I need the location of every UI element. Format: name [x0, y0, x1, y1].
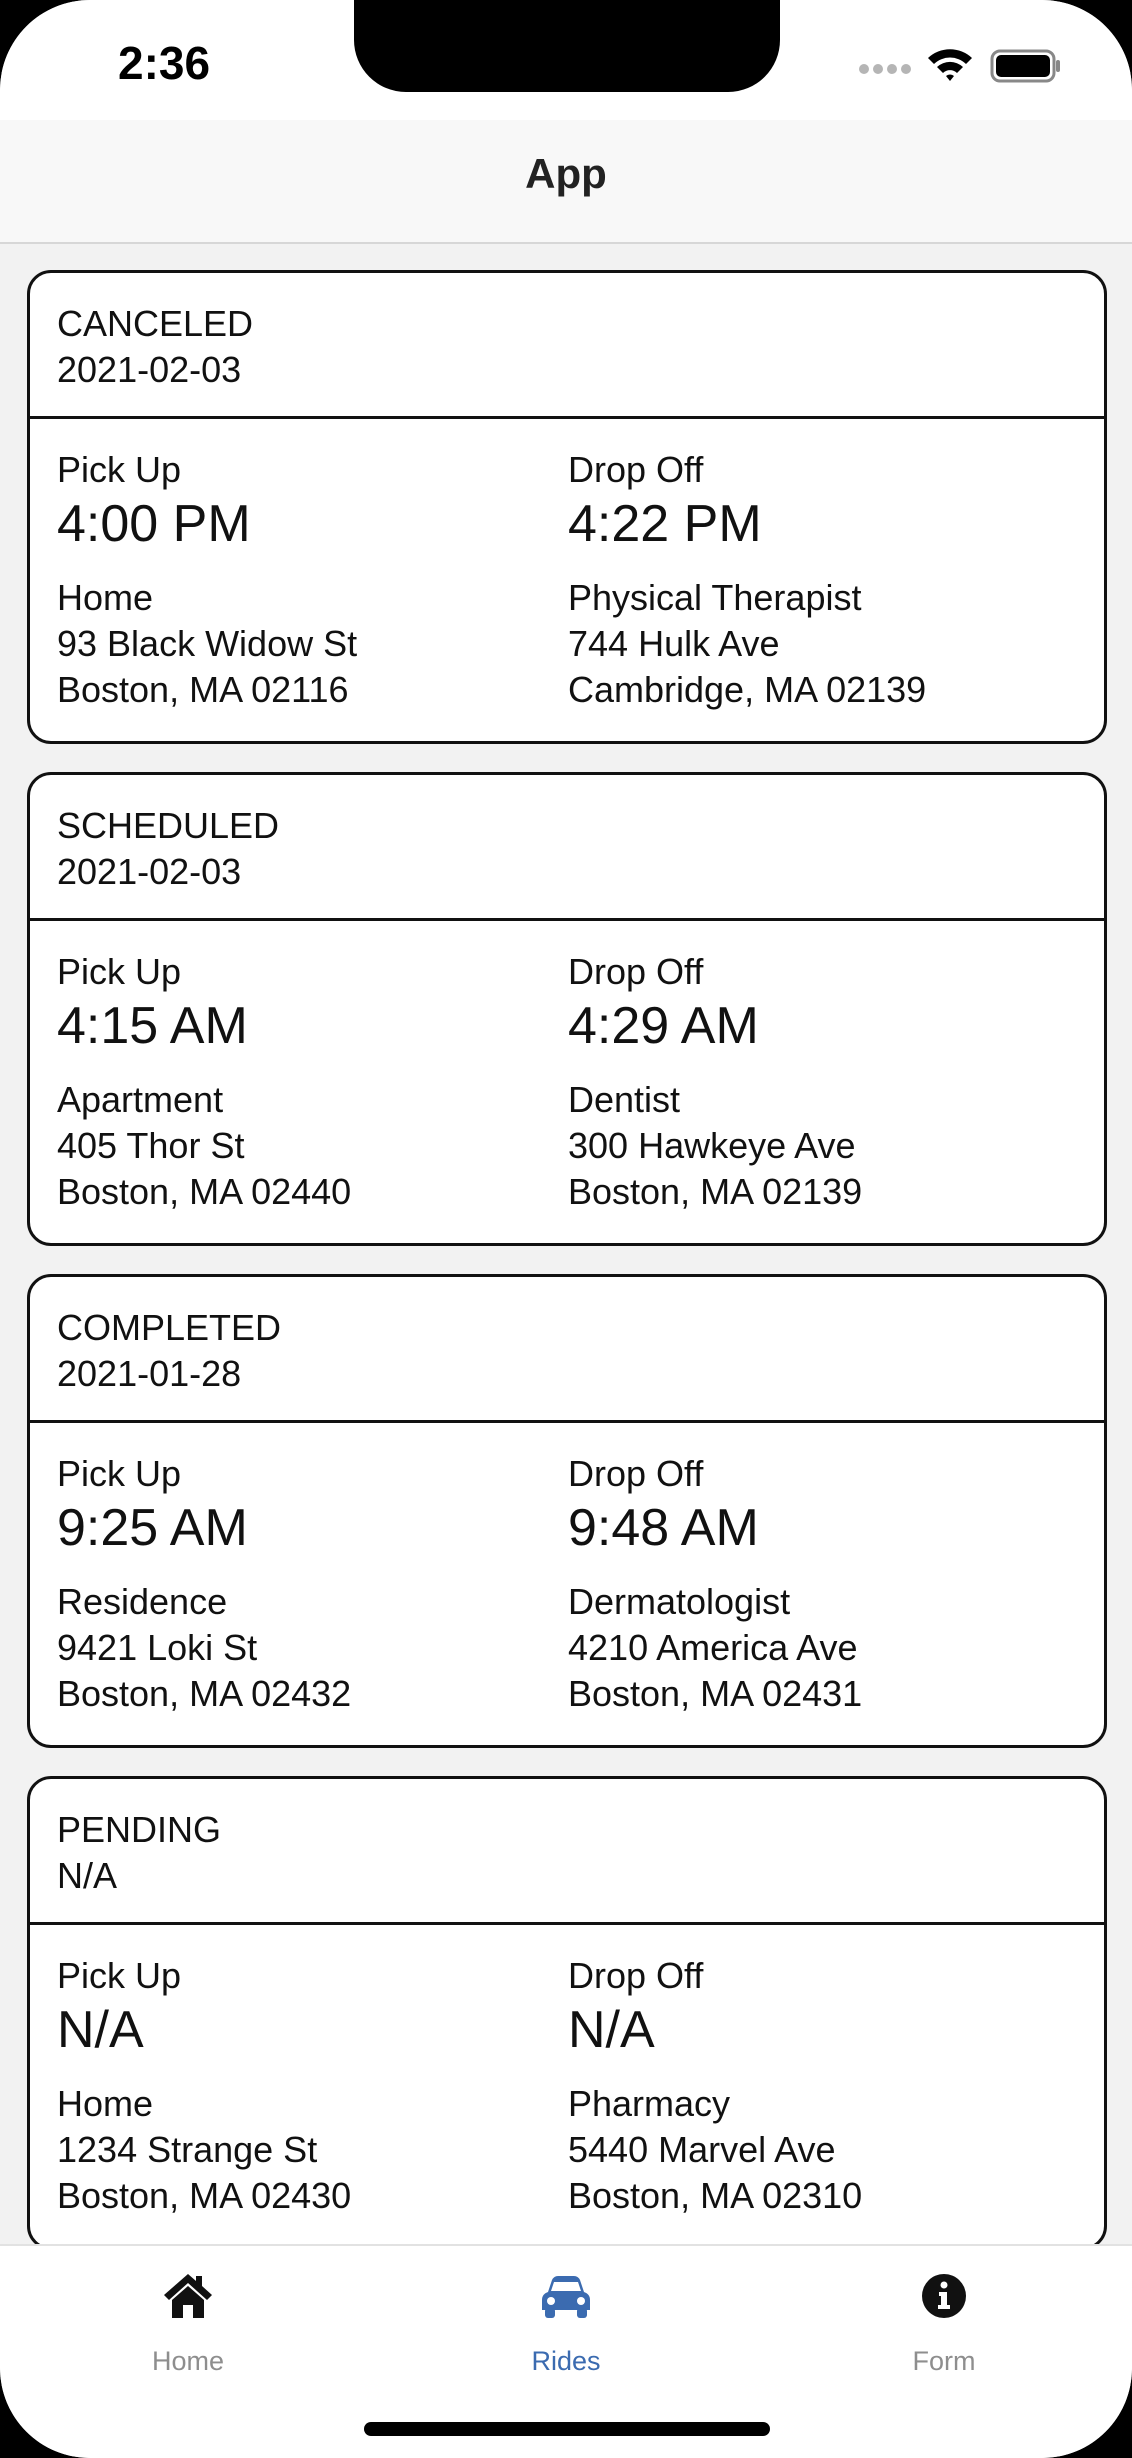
dropoff-label: Drop Off	[568, 951, 704, 992]
dropoff-city: Boston, MA 02310	[568, 2175, 863, 2216]
dropoff-time: 4:22 PM	[568, 495, 762, 553]
info-icon	[922, 2274, 966, 2318]
dropoff-city: Boston, MA 02431	[568, 1673, 863, 1714]
status-time: 2:36	[118, 37, 211, 89]
dropoff-street: 4210 America Ave	[568, 1627, 858, 1668]
dropoff-city: Boston, MA 02139	[568, 1171, 863, 1212]
ride-card[interactable]: SCHEDULED 2021-02-03 Pick Up 4:15 AM Apa…	[27, 772, 1107, 1246]
status-bar: 2:36	[0, 0, 1132, 120]
dropoff-label: Drop Off	[568, 1453, 704, 1494]
dropoff-time: 4:29 AM	[568, 997, 759, 1055]
tab-form-label: Form	[912, 2346, 976, 2376]
dropoff-place: Pharmacy	[568, 2083, 731, 2124]
pickup-street: 93 Black Widow St	[57, 623, 358, 664]
pickup-place: Home	[57, 577, 154, 618]
dropoff-place: Physical Therapist	[568, 577, 862, 618]
ride-status: SCHEDULED	[57, 805, 280, 846]
ride-card-body: Pick Up 4:15 AM Apartment 405 Thor St Bo…	[30, 921, 1104, 1243]
dropoff-street: 300 Hawkeye Ave	[568, 1125, 856, 1166]
ride-card-body: Pick Up N/A Home 1234 Strange St Boston,…	[30, 1925, 1104, 2244]
ride-card-header: CANCELED 2021-02-03	[30, 273, 1104, 419]
dropoff-time: N/A	[568, 2001, 655, 2059]
ride-date: 2021-02-03	[57, 349, 242, 390]
pickup-street: 1234 Strange St	[57, 2129, 318, 2170]
pickup-city: Boston, MA 02116	[57, 669, 349, 710]
ride-card[interactable]: COMPLETED 2021-01-28 Pick Up 9:25 AM Res…	[27, 1274, 1107, 1748]
ride-card-body: Pick Up 4:00 PM Home 93 Black Widow St B…	[30, 419, 1104, 741]
dropoff-city: Cambridge, MA 02139	[568, 669, 927, 710]
dropoff-label: Drop Off	[568, 1955, 704, 1996]
ride-date: N/A	[57, 1855, 118, 1896]
ride-card-header: SCHEDULED 2021-02-03	[30, 775, 1104, 921]
dropoff-section: Drop Off N/A Pharmacy 5440 Marvel Ave Bo…	[568, 1955, 862, 2219]
ride-date: 2021-02-03	[57, 851, 242, 892]
battery-icon	[990, 49, 1060, 83]
dropoff-place: Dentist	[568, 1079, 681, 1120]
navigation-bar: App	[0, 120, 1132, 244]
ride-status: CANCELED	[57, 303, 254, 344]
pickup-label: Pick Up	[57, 951, 182, 992]
pickup-section: Pick Up 4:15 AM Apartment 405 Thor St Bo…	[57, 951, 351, 1215]
dropoff-section: Drop Off 9:48 AM Dermatologist 4210 Amer…	[568, 1453, 862, 1717]
pickup-city: Boston, MA 02432	[57, 1673, 352, 1714]
tab-home[interactable]: Home	[68, 2246, 308, 2396]
ride-list[interactable]: CANCELED 2021-02-03 Pick Up 4:00 PM Home…	[0, 246, 1132, 2244]
dropoff-time: 9:48 AM	[568, 1499, 759, 1557]
tab-rides[interactable]: Rides	[446, 2246, 686, 2396]
tab-form[interactable]: Form	[824, 2246, 1064, 2396]
pickup-section: Pick Up 4:00 PM Home 93 Black Widow St B…	[57, 449, 357, 713]
page-title: App	[525, 150, 607, 197]
dropoff-section: Drop Off 4:22 PM Physical Therapist 744 …	[568, 449, 926, 713]
pickup-time: N/A	[57, 2001, 144, 2059]
dropoff-street: 744 Hulk Ave	[568, 623, 780, 664]
ride-status: PENDING	[57, 1809, 222, 1850]
pickup-time: 4:00 PM	[57, 495, 251, 553]
ride-card-header: COMPLETED 2021-01-28	[30, 1277, 1104, 1423]
ride-card-header: PENDING N/A	[30, 1779, 1104, 1925]
dropoff-place: Dermatologist	[568, 1581, 791, 1622]
pickup-street: 9421 Loki St	[57, 1627, 258, 1668]
pickup-label: Pick Up	[57, 449, 182, 490]
ride-status: COMPLETED	[57, 1307, 282, 1348]
pickup-place: Apartment	[57, 1079, 224, 1120]
pickup-time: 9:25 AM	[57, 1499, 248, 1557]
pickup-section: Pick Up 9:25 AM Residence 9421 Loki St B…	[57, 1453, 351, 1717]
tab-rides-label: Rides	[531, 2346, 601, 2376]
pickup-section: Pick Up N/A Home 1234 Strange St Boston,…	[57, 1955, 351, 2219]
tab-home-label: Home	[151, 2346, 225, 2376]
wifi-icon	[928, 49, 972, 81]
pickup-place: Residence	[57, 1581, 228, 1622]
dropoff-label: Drop Off	[568, 449, 704, 490]
car-icon	[542, 2276, 590, 2318]
pickup-street: 405 Thor St	[57, 1125, 245, 1166]
pickup-city: Boston, MA 02440	[57, 1171, 352, 1212]
pickup-time: 4:15 AM	[57, 997, 248, 1055]
dropoff-street: 5440 Marvel Ave	[568, 2129, 836, 2170]
pickup-label: Pick Up	[57, 1955, 182, 1996]
home-icon	[164, 2274, 212, 2318]
pickup-place: Home	[57, 2083, 154, 2124]
signal-icon	[859, 64, 911, 74]
ride-card-body: Pick Up 9:25 AM Residence 9421 Loki St B…	[30, 1423, 1104, 1745]
notch	[354, 0, 780, 92]
pickup-city: Boston, MA 02430	[57, 2175, 352, 2216]
dropoff-section: Drop Off 4:29 AM Dentist 300 Hawkeye Ave…	[568, 951, 862, 1215]
phone-screen: 2:36 App CANCELED 2021-02-03 Pick Up 4:0…	[0, 0, 1132, 2458]
pickup-label: Pick Up	[57, 1453, 182, 1494]
ride-card[interactable]: CANCELED 2021-02-03 Pick Up 4:00 PM Home…	[27, 270, 1107, 744]
ride-card[interactable]: PENDING N/A Pick Up N/A Home 1234 Strang…	[27, 1776, 1107, 2244]
ride-date: 2021-01-28	[57, 1353, 242, 1394]
home-indicator[interactable]	[364, 2422, 770, 2436]
